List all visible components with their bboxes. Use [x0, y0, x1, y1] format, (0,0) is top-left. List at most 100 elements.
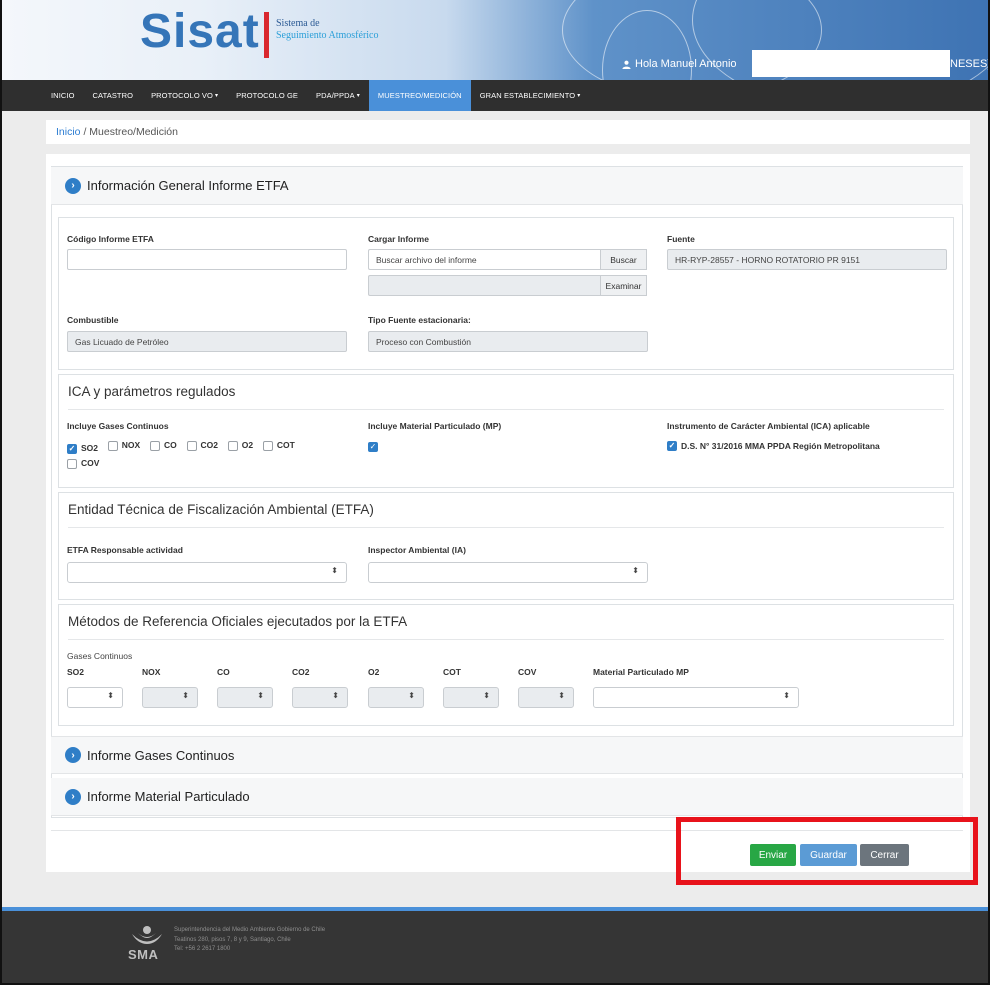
checkbox-o2[interactable]: O2: [227, 438, 254, 453]
divider: [68, 527, 944, 528]
breadcrumb-current: Muestreo/Medición: [89, 126, 178, 138]
checkbox-co[interactable]: CO: [150, 438, 177, 453]
section-header-informe-mp[interactable]: › Informe Material Particulado: [51, 778, 963, 816]
metodo-mp-select[interactable]: ⬍: [593, 687, 799, 708]
checkbox-cov[interactable]: COV: [67, 456, 99, 471]
divider: [68, 639, 944, 640]
footer-line-3: Tel: +56 2 2617 1800: [174, 946, 231, 952]
nav-label: MUESTREO/MEDICIÓN: [377, 91, 462, 100]
checkbox-box: [150, 440, 160, 451]
gases-continuos-caption: Gases Continuos: [67, 651, 133, 661]
nav-item-pda-ppda[interactable]: PDA/PPDA ▾: [307, 80, 369, 111]
footer-line-1: Superintendencia del Medio Ambiente Gobi…: [174, 927, 326, 933]
footer-line-2: Teatinos 280, pisos 7, 8 y 9, Santiago, …: [174, 936, 291, 943]
check-icon: ✓: [368, 442, 378, 452]
section-header-informacion-general[interactable]: › Información General Informe ETFA: [51, 167, 963, 205]
general-info-box: Código Informe ETFA Cargar Informe Busca…: [58, 217, 954, 370]
checkbox-nox[interactable]: NOX: [107, 438, 141, 453]
check-icon: ✓: [667, 441, 677, 451]
col-label-o2: O2: [368, 667, 380, 677]
metodo-cov-select: ⬍: [518, 687, 574, 708]
inspector-label: Inspector Ambiental (IA): [368, 545, 466, 555]
user-icon: [622, 60, 631, 69]
sisat-logo[interactable]: Sisat: [140, 8, 260, 56]
breadcrumb: Inicio / Muestreo/Medición: [46, 120, 970, 144]
redacted-area: [752, 50, 950, 77]
metodos-title: Métodos de Referencia Oficiales ejecutad…: [68, 614, 408, 629]
nav-item-catastro[interactable]: CATASTRO: [84, 80, 143, 111]
caret-down-icon: ▾: [356, 93, 360, 99]
nav-label: PROTOCOLO VO: [151, 91, 213, 100]
codigo-informe-input[interactable]: [67, 249, 347, 270]
checkbox-label: COT: [276, 440, 295, 450]
application-window: Sisat Sistema de Seguimiento Atmosférico…: [0, 0, 990, 985]
checkbox-label: CO: [164, 440, 177, 450]
breadcrumb-home-link[interactable]: Inicio: [56, 126, 81, 138]
checkbox-box: [227, 440, 238, 451]
metodo-co-select: ⬍: [217, 687, 273, 708]
logo-subtitle-1: Sistema de: [276, 18, 320, 29]
chevron-right-icon: ›: [65, 177, 81, 194]
nav-item-protocolo-ge[interactable]: PROTOCOLO GE: [227, 80, 307, 111]
tipo-fuente-field: Proceso con Combustión: [368, 331, 648, 352]
checkbox-label: COV: [81, 458, 100, 468]
combustible-field: Gas Licuado de Petróleo: [67, 331, 347, 352]
nav-item-gran-establecimiento[interactable]: GRAN ESTABLECIMIENTO ▾: [471, 80, 590, 111]
col-label-cot: COT: [443, 667, 461, 677]
checkbox-co2[interactable]: CO2: [186, 438, 218, 453]
sma-logo-text: SMA: [128, 947, 159, 962]
fuente-label: Fuente: [667, 234, 695, 244]
nav-label: PDA/PPDA: [316, 91, 355, 100]
sort-arrows-icon: ⬍: [632, 566, 639, 575]
metodo-so2-select[interactable]: ⬍: [67, 687, 123, 708]
section-header-informe-gases[interactable]: › Informe Gases Continuos: [51, 736, 963, 774]
instrumento-label: Instrumento de Carácter Ambiental (ICA) …: [667, 421, 870, 431]
nav-label: CATASTRO: [92, 91, 134, 100]
combustible-label: Combustible: [67, 315, 119, 325]
sort-arrows-icon: ⬍: [483, 691, 490, 700]
buscar-button[interactable]: Buscar: [600, 249, 647, 270]
checkbox-label: SO2: [81, 443, 99, 453]
footer: SMA Superintendencia del Medio Ambiente …: [2, 911, 988, 983]
checkbox-box: [67, 458, 77, 469]
nav-item-protocolo-vo[interactable]: PROTOCOLO VO ▾: [142, 80, 227, 111]
nav-item-muestreo-medicion[interactable]: MUESTREO/MEDICIÓN: [368, 80, 471, 111]
logo-divider: [264, 12, 269, 58]
sort-arrows-icon: ⬍: [558, 691, 565, 700]
checkbox-cot[interactable]: COT: [262, 438, 295, 453]
checkbox-box: [262, 440, 273, 451]
checkbox-instrumento[interactable]: ✓ D.S. N° 31/2016 MMA PPDA Región Metropo…: [667, 438, 887, 454]
etfa-responsable-select[interactable]: ⬍: [67, 562, 347, 583]
examinar-button[interactable]: Examinar: [600, 275, 647, 296]
metodo-cot-select: ⬍: [443, 687, 499, 708]
checkbox-label: O2: [241, 440, 254, 450]
nav-label: INICIO: [51, 91, 75, 100]
archivo-input[interactable]: Buscar archivo del informe: [368, 249, 601, 270]
etfa-box: Entidad Técnica de Fiscalización Ambient…: [58, 492, 954, 600]
tipo-fuente-label: Tipo Fuente estacionaria:: [368, 315, 471, 325]
sort-arrows-icon: ⬍: [182, 691, 189, 700]
caret-down-icon: ▾: [214, 93, 219, 99]
nav-label: PROTOCOLO GE: [236, 91, 299, 100]
inspector-select[interactable]: ⬍: [368, 562, 648, 583]
sort-arrows-icon: ⬍: [783, 691, 790, 700]
main-nav: INICIO CATASTRO PROTOCOLO VO ▾ PROTOCOLO …: [2, 80, 988, 111]
nav-item-inicio[interactable]: INICIO: [42, 80, 84, 111]
ica-title: ICA y parámetros regulados: [68, 384, 236, 399]
sort-arrows-icon: ⬍: [107, 691, 114, 700]
codigo-label: Código Informe ETFA: [67, 234, 154, 244]
caret-down-icon: ▾: [577, 93, 581, 99]
etfa-title: Entidad Técnica de Fiscalización Ambient…: [68, 502, 374, 517]
checkbox-so2[interactable]: ✓ SO2: [67, 441, 98, 456]
col-label-nox: NOX: [142, 667, 161, 677]
col-label-mp: Material Particulado MP: [593, 667, 689, 677]
metodo-co2-select: ⬍: [292, 687, 348, 708]
metodo-nox-select: ⬍: [142, 687, 198, 708]
checkbox-mp[interactable]: ✓: [368, 441, 382, 452]
checkbox-box: [107, 440, 118, 451]
section-title: Informe Gases Continuos: [87, 747, 235, 763]
checkbox-label: D.S. N° 31/2016 MMA PPDA Región Metropol…: [681, 440, 880, 451]
checkbox-label: NOX: [121, 440, 141, 450]
metodos-box: Métodos de Referencia Oficiales ejecutad…: [58, 604, 954, 726]
user-menu[interactable]: Hola Manuel Antonio: [622, 58, 737, 70]
